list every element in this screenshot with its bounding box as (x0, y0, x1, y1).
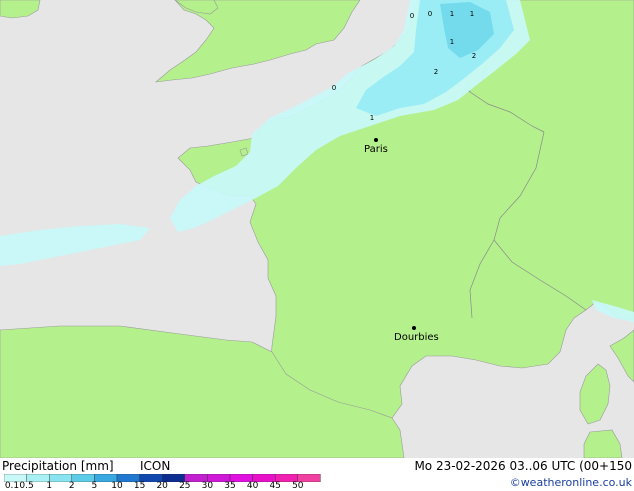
precip-label: 1 (450, 38, 454, 46)
precip-label: 2 (472, 52, 476, 60)
city-marker-paris (374, 138, 378, 142)
city-marker-dourbies (412, 326, 416, 330)
city-label-dourbies[interactable]: Dourbies (394, 332, 439, 343)
model-name: ICON (140, 459, 171, 473)
precip-label: 0 (410, 12, 414, 20)
weather-map-view: 0 0 1 1 1 2 2 0 1 Paris Dourbies Precipi… (0, 0, 634, 491)
precip-label: 1 (470, 10, 474, 18)
copyright-link[interactable]: ©weatheronline.co.uk (510, 476, 632, 489)
precip-title: Precipitation [mm] (2, 459, 114, 473)
precip-label: 1 (370, 114, 374, 122)
precip-label: 2 (434, 68, 438, 76)
legend-color-bar (4, 474, 321, 482)
precip-label: 0 (332, 84, 336, 92)
forecast-datetime: Mo 23-02-2026 03..06 UTC (00+150 (414, 459, 632, 473)
precip-label: 1 (450, 10, 454, 18)
map-footer: Precipitation [mm] ICON Mo 23-02-2026 03… (0, 458, 634, 491)
precipitation-map: 0 0 1 1 1 2 2 0 1 Paris Dourbies (0, 0, 634, 458)
precip-label: 0 (428, 10, 432, 18)
city-label-paris[interactable]: Paris (364, 144, 388, 155)
